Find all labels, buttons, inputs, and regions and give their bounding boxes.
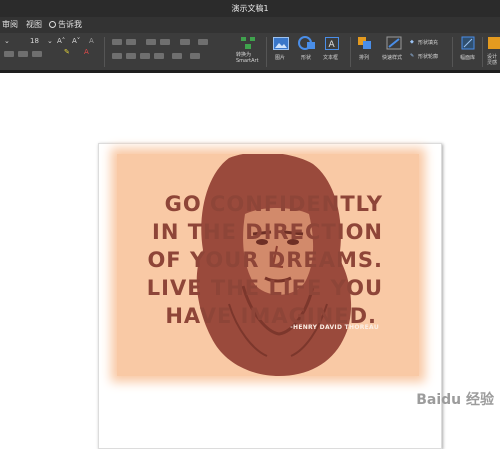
justify-icon[interactable] <box>154 53 164 59</box>
design-inspiration-label: 设计 灵感 <box>487 54 498 66</box>
design-inspiration-button[interactable]: 设计 灵感 <box>486 36 500 68</box>
align-right-icon[interactable] <box>140 53 150 59</box>
format-icon[interactable] <box>18 51 28 57</box>
picture-icon <box>273 37 289 50</box>
quote-line: IN THE DIRECTION <box>152 220 383 244</box>
format-icon[interactable] <box>4 51 14 57</box>
quick-styles-icon <box>386 36 402 50</box>
font-group: ⌄ 18 ⌄ A˄ A˅ A ✎ A <box>0 37 104 67</box>
smartart-icon <box>241 37 255 49</box>
arrange-label: 排列 <box>359 55 370 61</box>
picture-label: 图片 <box>275 55 286 61</box>
menu-bar: 审阅 视图 告诉我 <box>0 17 500 33</box>
menu-view[interactable]: 视图 <box>26 17 42 33</box>
quote-image[interactable]: GO CONFIDENTLY IN THE DIRECTION OF YOUR … <box>117 154 419 376</box>
menu-review[interactable]: 审阅 <box>2 17 18 33</box>
insert-textbox-button[interactable]: A 文本框 <box>320 36 346 68</box>
columns-icon[interactable] <box>172 53 182 59</box>
shrink-font-icon[interactable]: A˅ <box>72 37 80 45</box>
window-title: 演示文稿1 <box>231 4 269 13</box>
clear-format-icon[interactable]: A <box>89 37 94 45</box>
shape-format-group: ◆ 形状填充 ✎ 形状轮廓 <box>410 39 448 67</box>
shapes-label: 形状 <box>301 55 312 61</box>
format-icon[interactable] <box>32 51 42 57</box>
ribbon-toolbar: ⌄ 18 ⌄ A˄ A˅ A ✎ A 转换为 SmartArt 图片 形状 A … <box>0 33 500 70</box>
slide-canvas[interactable]: GO CONFIDENTLY IN THE DIRECTION OF YOUR … <box>0 73 500 449</box>
quick-styles-button[interactable]: 快速样式 <box>380 36 410 68</box>
align-text-icon[interactable] <box>190 53 200 59</box>
smartart-label: 转换为 SmartArt <box>236 52 259 64</box>
quote-line: LIVE THE LIFE YOU <box>146 276 383 300</box>
tell-me-search[interactable]: 告诉我 <box>49 17 82 33</box>
divider <box>350 37 351 67</box>
paint-bucket-icon[interactable]: ◆ <box>410 39 414 45</box>
divider <box>104 37 105 67</box>
design-ideas-label: 幅面库 <box>460 55 476 61</box>
divider <box>482 37 483 67</box>
numbering-icon[interactable] <box>126 39 136 45</box>
decrease-indent-icon[interactable] <box>146 39 156 45</box>
textbox-icon: A <box>325 37 339 50</box>
lightbulb-icon <box>49 21 56 28</box>
font-color-icon[interactable]: A <box>84 48 89 56</box>
title-bar: 演示文稿1 <box>0 0 500 17</box>
pen-icon[interactable]: ✎ <box>410 53 414 59</box>
quick-styles-label: 快速样式 <box>382 55 403 61</box>
design-inspiration-icon <box>488 37 500 49</box>
insert-picture-button[interactable]: 图片 <box>270 36 292 68</box>
text-direction-icon[interactable] <box>198 39 208 45</box>
shape-fill-button[interactable]: 形状填充 <box>418 39 438 46</box>
font-size-chevron-icon[interactable]: ⌄ <box>47 37 53 45</box>
divider <box>266 37 267 67</box>
align-left-icon[interactable] <box>112 53 122 59</box>
highlight-color-icon[interactable]: ✎ <box>64 48 70 56</box>
shape-outline-button[interactable]: 形状轮廓 <box>418 53 438 60</box>
grow-font-icon[interactable]: A˄ <box>57 37 65 45</box>
design-ideas-icon <box>461 36 475 50</box>
font-name-dropdown[interactable]: ⌄ <box>4 37 10 45</box>
quote-author: -HENRY DAVID THOREAU <box>290 324 379 331</box>
convert-smartart-button[interactable]: 转换为 SmartArt <box>232 36 266 68</box>
bullets-icon[interactable] <box>112 39 122 45</box>
increase-indent-icon[interactable] <box>160 39 170 45</box>
line-spacing-icon[interactable] <box>180 39 190 45</box>
svg-text:A: A <box>329 40 336 50</box>
arrange-button[interactable]: 排列 <box>354 36 378 68</box>
font-size-field[interactable]: 18 <box>30 37 39 45</box>
align-center-icon[interactable] <box>126 53 136 59</box>
insert-shapes-button[interactable]: 形状 <box>295 36 321 68</box>
divider <box>452 37 453 67</box>
textbox-label: 文本框 <box>323 55 339 61</box>
slide[interactable]: GO CONFIDENTLY IN THE DIRECTION OF YOUR … <box>98 143 442 449</box>
shapes-icon <box>298 36 315 50</box>
quote-line: OF YOUR DREAMS. <box>147 248 383 272</box>
arrange-icon <box>358 37 371 49</box>
design-ideas-button[interactable]: 幅面库 <box>456 36 480 68</box>
watermark-logo: Baidu 经验 <box>416 392 494 408</box>
tell-me-label: 告诉我 <box>58 20 82 29</box>
quote-line: GO CONFIDENTLY <box>164 192 383 216</box>
paragraph-group <box>110 37 230 67</box>
